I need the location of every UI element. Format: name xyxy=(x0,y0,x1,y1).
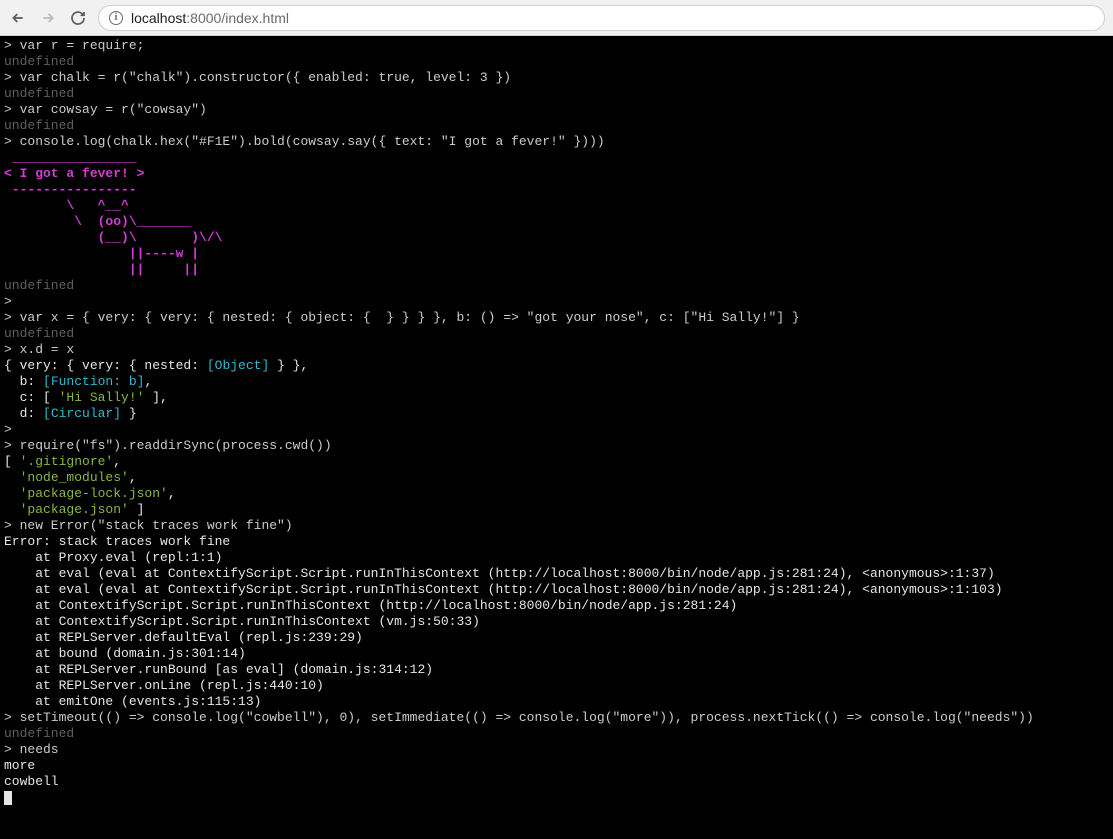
terminal-line: undefined xyxy=(4,86,1109,102)
terminal-line: at eval (eval at ContextifyScript.Script… xyxy=(4,582,1109,598)
terminal-line: < I got a fever! > xyxy=(4,166,1109,182)
terminal-line: undefined xyxy=(4,326,1109,342)
terminal-line: > setTimeout(() => console.log("cowbell"… xyxy=(4,710,1109,726)
terminal-line: c: [ 'Hi Sally!' ], xyxy=(4,390,1109,406)
terminal-line: > var chalk = r("chalk").constructor({ e… xyxy=(4,70,1109,86)
terminal-line: > console.log(chalk.hex("#F1E").bold(cow… xyxy=(4,134,1109,150)
terminal-line: 'package.json' ] xyxy=(4,502,1109,518)
terminal-line: > require("fs").readdirSync(process.cwd(… xyxy=(4,438,1109,454)
forward-button[interactable] xyxy=(38,8,58,28)
repl-terminal[interactable]: > var r = require;undefined> var chalk =… xyxy=(0,36,1113,839)
terminal-line: [ '.gitignore', xyxy=(4,454,1109,470)
terminal-line: at REPLServer.onLine (repl.js:440:10) xyxy=(4,678,1109,694)
terminal-line: (__)\ )\/\ xyxy=(4,230,1109,246)
terminal-line: undefined xyxy=(4,118,1109,134)
terminal-line: d: [Circular] } xyxy=(4,406,1109,422)
terminal-line: at REPLServer.runBound [as eval] (domain… xyxy=(4,662,1109,678)
reload-button[interactable] xyxy=(68,8,88,28)
url-text: localhost:8000/index.html xyxy=(131,10,289,26)
terminal-line: at REPLServer.defaultEval (repl.js:239:2… xyxy=(4,630,1109,646)
terminal-line: \ ^__^ xyxy=(4,198,1109,214)
cursor xyxy=(4,791,12,805)
terminal-line: at ContextifyScript.Script.runInThisCont… xyxy=(4,614,1109,630)
terminal-line: > needs xyxy=(4,742,1109,758)
terminal-line: > x.d = x xyxy=(4,342,1109,358)
terminal-line: { very: { very: { nested: [Object] } }, xyxy=(4,358,1109,374)
terminal-line: at ContextifyScript.Script.runInThisCont… xyxy=(4,598,1109,614)
terminal-line: 'package-lock.json', xyxy=(4,486,1109,502)
terminal-line: at bound (domain.js:301:14) xyxy=(4,646,1109,662)
terminal-line: ||----w | xyxy=(4,246,1109,262)
terminal-line: Error: stack traces work fine xyxy=(4,534,1109,550)
cursor-line xyxy=(4,790,1109,806)
terminal-line: > xyxy=(4,294,1109,310)
terminal-line: > var cowsay = r("cowsay") xyxy=(4,102,1109,118)
address-bar[interactable]: i localhost:8000/index.html xyxy=(98,5,1105,31)
terminal-line: 'node_modules', xyxy=(4,470,1109,486)
terminal-line: \ (oo)\_______ xyxy=(4,214,1109,230)
site-info-icon[interactable]: i xyxy=(109,11,123,25)
terminal-line: at eval (eval at ContextifyScript.Script… xyxy=(4,566,1109,582)
terminal-line: ---------------- xyxy=(4,182,1109,198)
terminal-line: > new Error("stack traces work fine") xyxy=(4,518,1109,534)
terminal-line: ________________ xyxy=(4,150,1109,166)
terminal-line: more xyxy=(4,758,1109,774)
browser-toolbar: i localhost:8000/index.html xyxy=(0,0,1113,36)
terminal-line: > xyxy=(4,422,1109,438)
terminal-line: undefined xyxy=(4,726,1109,742)
terminal-line: > var x = { very: { very: { nested: { ob… xyxy=(4,310,1109,326)
terminal-line: cowbell xyxy=(4,774,1109,790)
terminal-line: undefined xyxy=(4,54,1109,70)
terminal-line: at Proxy.eval (repl:1:1) xyxy=(4,550,1109,566)
back-button[interactable] xyxy=(8,8,28,28)
terminal-line: undefined xyxy=(4,278,1109,294)
terminal-line: || || xyxy=(4,262,1109,278)
terminal-line: b: [Function: b], xyxy=(4,374,1109,390)
terminal-line: at emitOne (events.js:115:13) xyxy=(4,694,1109,710)
terminal-line: > var r = require; xyxy=(4,38,1109,54)
